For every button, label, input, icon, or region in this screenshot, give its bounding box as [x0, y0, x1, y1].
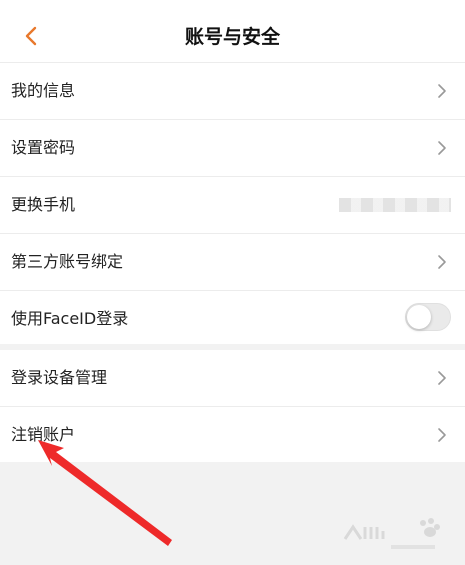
chevron-right-icon — [438, 255, 446, 269]
row-my-info[interactable]: 我的信息 — [0, 63, 465, 120]
chevron-right-icon — [438, 141, 446, 155]
row-label: 第三方账号绑定 — [11, 252, 124, 271]
row-label: 注销账户 — [11, 425, 76, 444]
nav-header: 账号与安全 — [0, 0, 465, 63]
settings-group-device: 登录设备管理 注销账户 — [0, 350, 465, 462]
baidu-watermark-icon — [343, 518, 440, 549]
chevron-right-icon — [438, 84, 446, 98]
row-label: 登录设备管理 — [11, 368, 108, 387]
row-faceid-login: 使用FaceID登录 — [0, 291, 465, 347]
row-label: 我的信息 — [11, 81, 76, 100]
chevron-right-icon — [438, 371, 446, 385]
row-set-password[interactable]: 设置密码 — [0, 120, 465, 177]
row-change-phone[interactable]: 更换手机 — [0, 177, 465, 234]
row-label: 设置密码 — [11, 138, 76, 157]
settings-group-account: 我的信息 设置密码 更换手机 第三方账号绑定 使用FaceID登录 — [0, 63, 465, 344]
masked-phone-number — [339, 198, 451, 212]
chevron-right-icon — [438, 428, 446, 442]
row-label: 使用FaceID登录 — [11, 309, 129, 328]
toggle-knob — [407, 305, 431, 329]
row-third-party-binding[interactable]: 第三方账号绑定 — [0, 234, 465, 291]
row-cancel-account[interactable]: 注销账户 — [0, 407, 465, 463]
page-title: 账号与安全 — [184, 26, 280, 48]
faceid-toggle[interactable] — [405, 303, 451, 331]
row-device-management[interactable]: 登录设备管理 — [0, 350, 465, 407]
row-label: 更换手机 — [11, 195, 76, 214]
